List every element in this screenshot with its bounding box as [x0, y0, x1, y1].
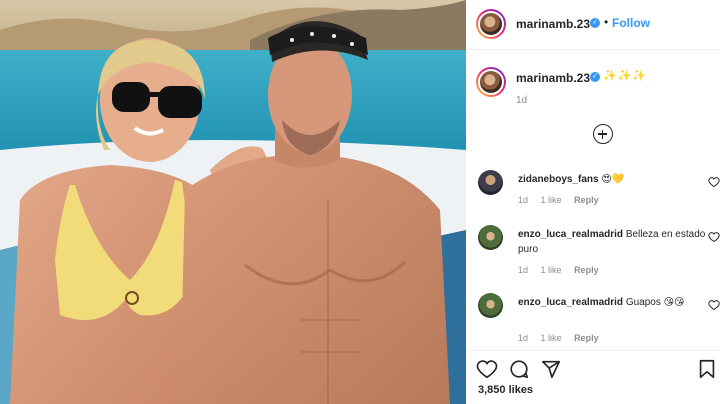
- comment-time: 1d: [518, 265, 529, 275]
- post-side-panel: marinamb.23 ✓ • Follow marinamb.23 ✓ ✨✨✨…: [466, 0, 720, 404]
- comment-time: 1d: [518, 333, 529, 343]
- post-photo-image: [0, 0, 466, 404]
- author-avatar[interactable]: [476, 9, 506, 39]
- comment-body: enzo_luca_realmadrid Belleza en estado p…: [518, 227, 708, 257]
- comment-text: Guapos 😘😘: [623, 297, 685, 308]
- commenter-username[interactable]: enzo_luca_realmadrid: [518, 297, 623, 308]
- reply-button[interactable]: Reply: [574, 265, 599, 275]
- caption-username[interactable]: marinamb.23: [516, 71, 590, 85]
- bookmark-icon[interactable]: [696, 358, 718, 380]
- comment-heart-icon[interactable]: [708, 299, 720, 311]
- commenter-avatar[interactable]: [478, 170, 503, 195]
- caption-avatar[interactable]: [476, 67, 506, 97]
- reply-button[interactable]: Reply: [574, 333, 599, 343]
- comment-time: 1d: [518, 195, 529, 205]
- comment-body: enzo_luca_realmadrid Guapos 😘😘: [518, 295, 708, 310]
- commenter-avatar[interactable]: [478, 225, 503, 250]
- commenter-username[interactable]: enzo_luca_realmadrid: [518, 229, 623, 240]
- comment-meta: 1d 1 like Reply: [518, 195, 609, 205]
- comment-text: 😍💛: [598, 174, 625, 185]
- verified-badge-icon: ✓: [590, 18, 600, 28]
- heart-icon[interactable]: [476, 358, 498, 380]
- caption-text: ✨✨✨: [603, 70, 648, 82]
- comment-heart-icon[interactable]: [708, 231, 720, 243]
- caption-time: 1d: [516, 95, 528, 106]
- share-icon[interactable]: [540, 358, 562, 380]
- comment-likes[interactable]: 1 like: [541, 333, 562, 343]
- post-photo[interactable]: [0, 0, 466, 404]
- comment-body: zidaneboys_fans 😍💛: [518, 172, 708, 187]
- separator-dot: •: [604, 15, 609, 29]
- load-more-comments-button[interactable]: [593, 124, 613, 144]
- verified-badge-icon: ✓: [590, 72, 600, 82]
- comment-likes[interactable]: 1 like: [541, 265, 562, 275]
- author-username[interactable]: marinamb.23: [516, 17, 590, 31]
- commenter-username[interactable]: zidaneboys_fans: [518, 174, 599, 185]
- comment-heart-icon[interactable]: [708, 176, 720, 188]
- comment-likes[interactable]: 1 like: [541, 195, 562, 205]
- post-actions-bar: 3,850 likes: [466, 350, 720, 404]
- comment-icon[interactable]: [508, 358, 530, 380]
- commenter-avatar[interactable]: [478, 293, 503, 318]
- post-header: marinamb.23 ✓ • Follow: [466, 0, 720, 50]
- comment-meta: 1d 1 like Reply: [518, 265, 609, 275]
- reply-button[interactable]: Reply: [574, 195, 599, 205]
- comment-meta: 1d 1 like Reply: [518, 333, 609, 343]
- follow-button[interactable]: Follow: [612, 16, 650, 30]
- likes-count[interactable]: 3,850 likes: [478, 384, 533, 396]
